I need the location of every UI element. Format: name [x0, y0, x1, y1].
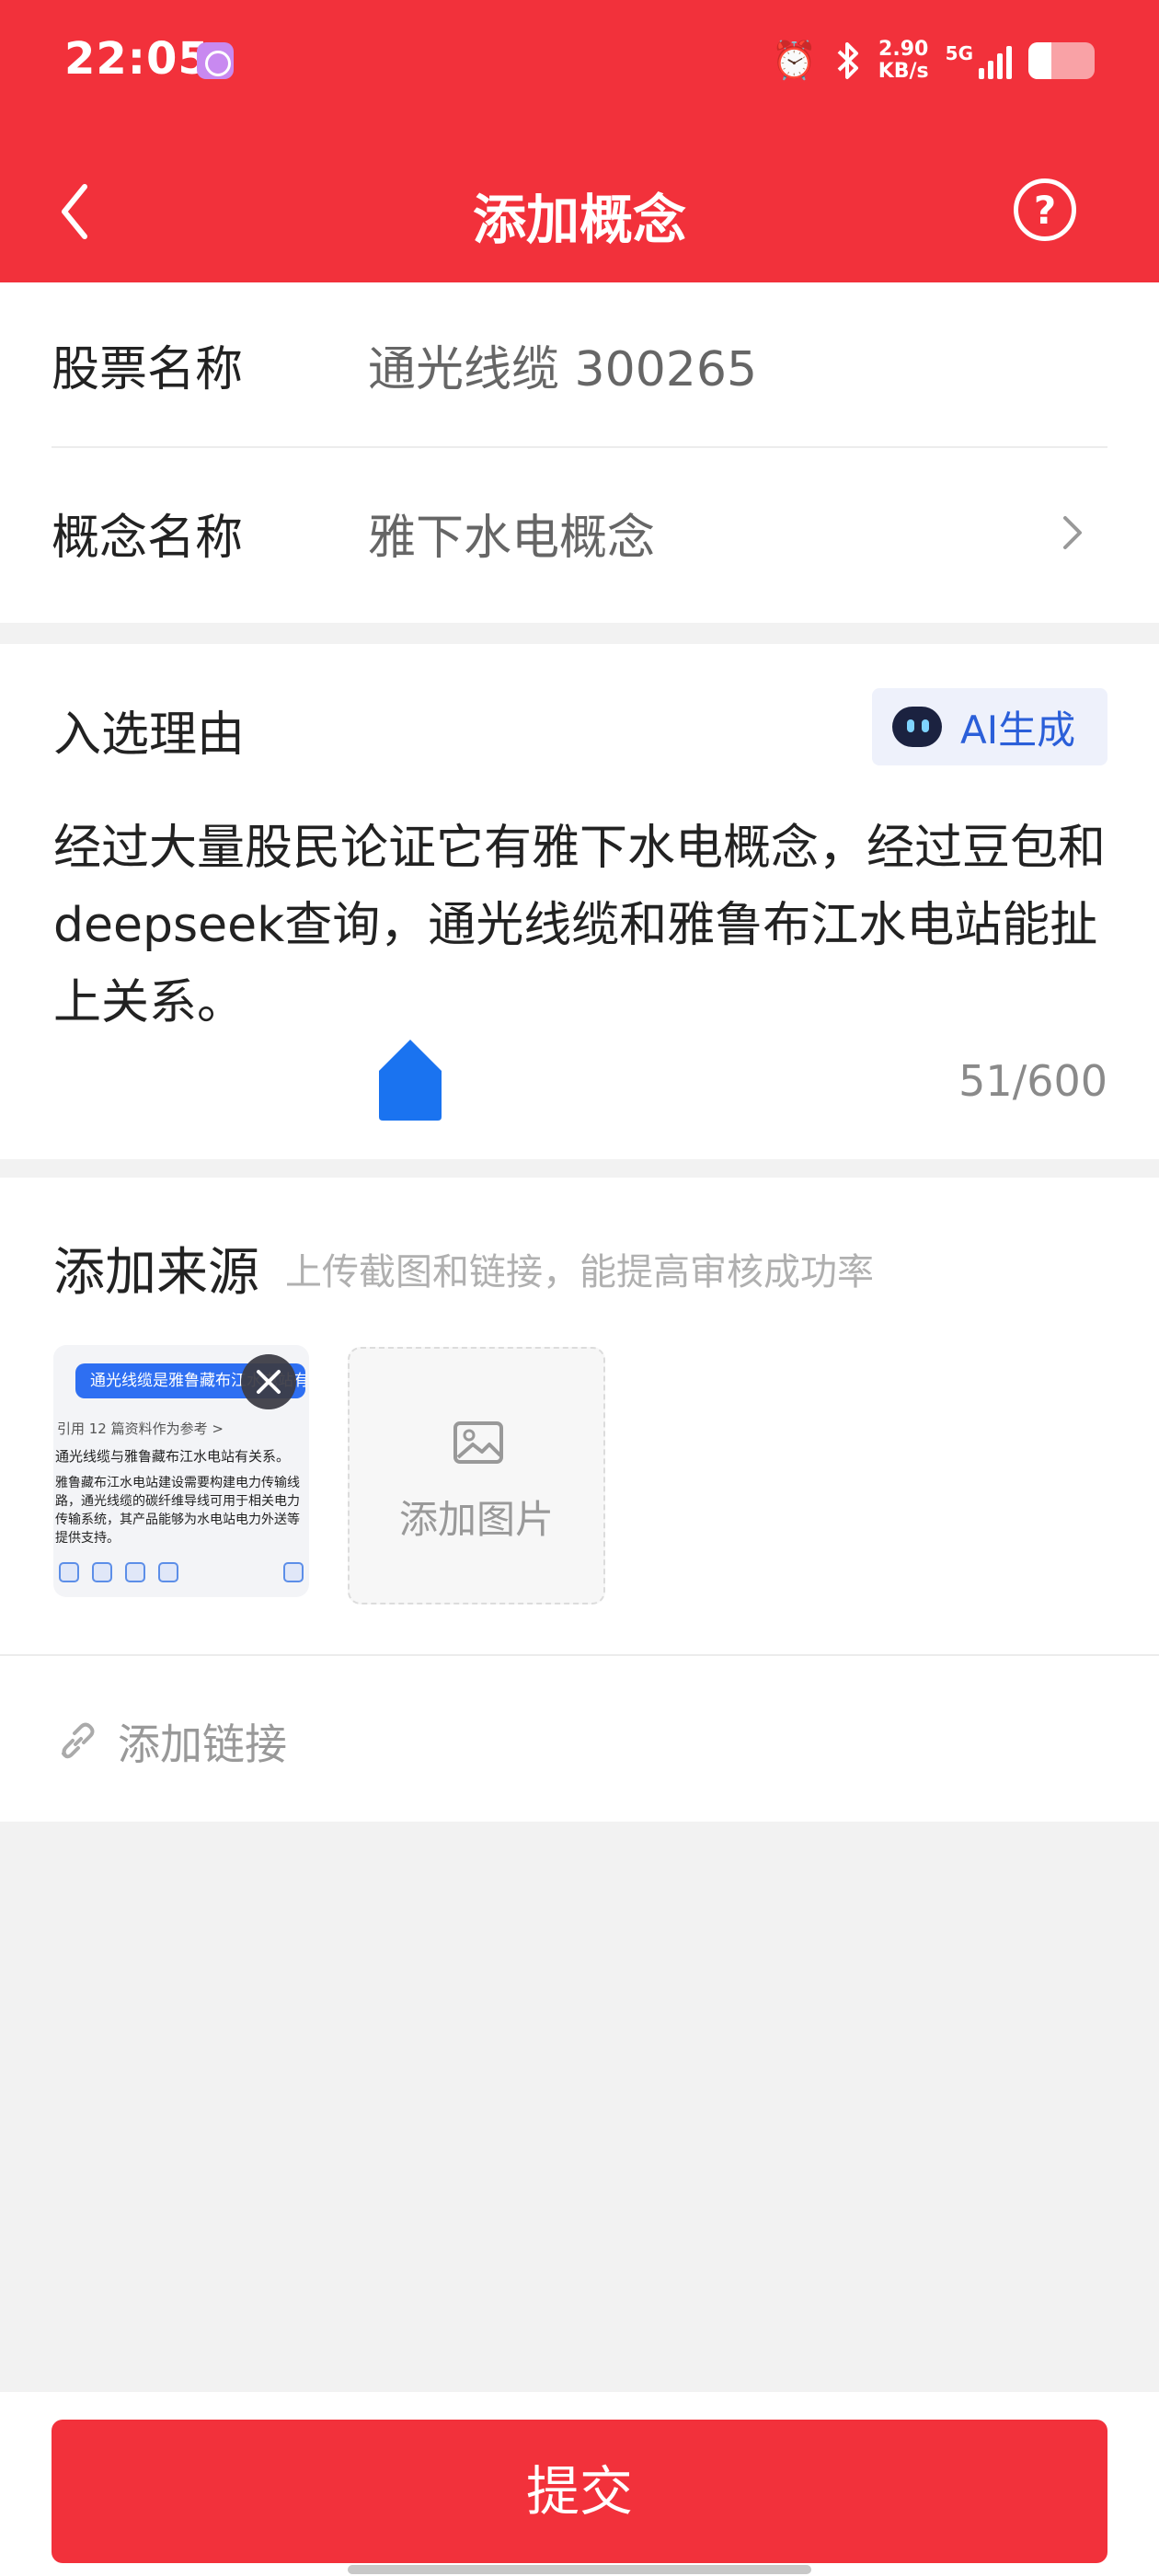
app-header: 22:05 ⏰ 2.90 KB/s 5G 添加概念 ?: [0, 0, 1159, 282]
status-indicators: ⏰ 2.90 KB/s 5G: [772, 37, 1095, 85]
refresh-icon: [283, 1562, 304, 1582]
image-icon: [453, 1421, 503, 1464]
status-time: 22:05: [64, 33, 210, 85]
battery-icon: [1028, 42, 1095, 79]
thumbnail-answer-title: 通光线缆与雅鲁藏布江水电站有关系。: [55, 1448, 291, 1465]
bluetooth-icon: [837, 42, 858, 79]
bottom-bar: 提交: [0, 2392, 1159, 2576]
concept-name-value: 雅下水电概念: [368, 510, 656, 566]
help-icon: ?: [1033, 187, 1057, 233]
ai-generate-label: AI生成: [960, 707, 1076, 753]
network-speed-unit: KB/s: [878, 60, 929, 83]
share-icon: [158, 1562, 178, 1582]
network-speed: 2.90 KB/s: [878, 39, 929, 83]
thumbnail-reference: 引用 12 篇资料作为参考 >: [57, 1420, 224, 1437]
source-label: 添加来源: [53, 1243, 259, 1303]
battery-level: [1028, 42, 1052, 79]
help-button[interactable]: ?: [1014, 178, 1076, 241]
home-indicator[interactable]: [348, 2565, 811, 2574]
source-hint: 上传截图和链接，能提高审核成功率: [285, 1251, 874, 1294]
stock-name-value: 通光线缆 300265: [368, 341, 758, 397]
page-title: 添加概念: [472, 189, 686, 251]
source-card: 添加来源 上传截图和链接，能提高审核成功率 通光线缆是雅鲁藏布江水电站有关系吗 …: [0, 1178, 1159, 1822]
add-image-button[interactable]: 添加图片: [348, 1347, 605, 1604]
chevron-right-icon: [1063, 516, 1082, 549]
text-cursor-handle[interactable]: [377, 1038, 443, 1122]
concept-name-label: 概念名称: [52, 510, 244, 566]
alarm-icon: ⏰: [771, 40, 818, 82]
link-icon: [62, 1722, 95, 1759]
stock-info-card: 股票名称 通光线缆 300265 概念名称 雅下水电概念: [0, 282, 1159, 623]
reason-label: 入选理由: [53, 707, 246, 763]
robot-icon: [890, 703, 944, 751]
network-speed-value: 2.90: [878, 38, 929, 61]
divider: [0, 1654, 1159, 1656]
signal-icon: 5G: [946, 42, 1012, 79]
thumbnail-answer-body: 雅鲁藏布江水电站建设需要构建电力传输线路，通光线缆的碳纤维导线可用于相关电力传输…: [55, 1476, 300, 1546]
speaker-icon: [92, 1562, 112, 1582]
stock-name-label: 股票名称: [52, 341, 244, 397]
reason-card: 入选理由 AI生成 经过大量股民论证它有雅下水电概念，经过豆包和deepseek…: [0, 644, 1159, 1159]
submit-button[interactable]: 提交: [52, 2420, 1107, 2563]
bookmark-icon: [125, 1562, 145, 1582]
stock-name-row: 股票名称 通光线缆 300265: [52, 282, 1107, 448]
network-type: 5G: [945, 42, 973, 64]
add-image-label: 添加图片: [398, 1497, 554, 1542]
add-link-label: 添加链接: [118, 1719, 287, 1769]
reason-textarea[interactable]: 经过大量股民论证它有雅下水电概念，经过豆包和deepseek查询，通光线缆和雅鲁…: [53, 810, 1111, 1041]
add-link-button[interactable]: 添加链接: [57, 1711, 287, 1772]
copy-icon: [59, 1562, 79, 1582]
thumbnail-action-icons: [59, 1562, 304, 1584]
character-counter: 51/600: [958, 1056, 1107, 1106]
concept-name-row[interactable]: 概念名称 雅下水电概念: [52, 450, 1107, 615]
notification-app-icon: [197, 42, 234, 79]
remove-image-button[interactable]: [241, 1354, 296, 1409]
ai-generate-button[interactable]: AI生成: [872, 688, 1107, 765]
